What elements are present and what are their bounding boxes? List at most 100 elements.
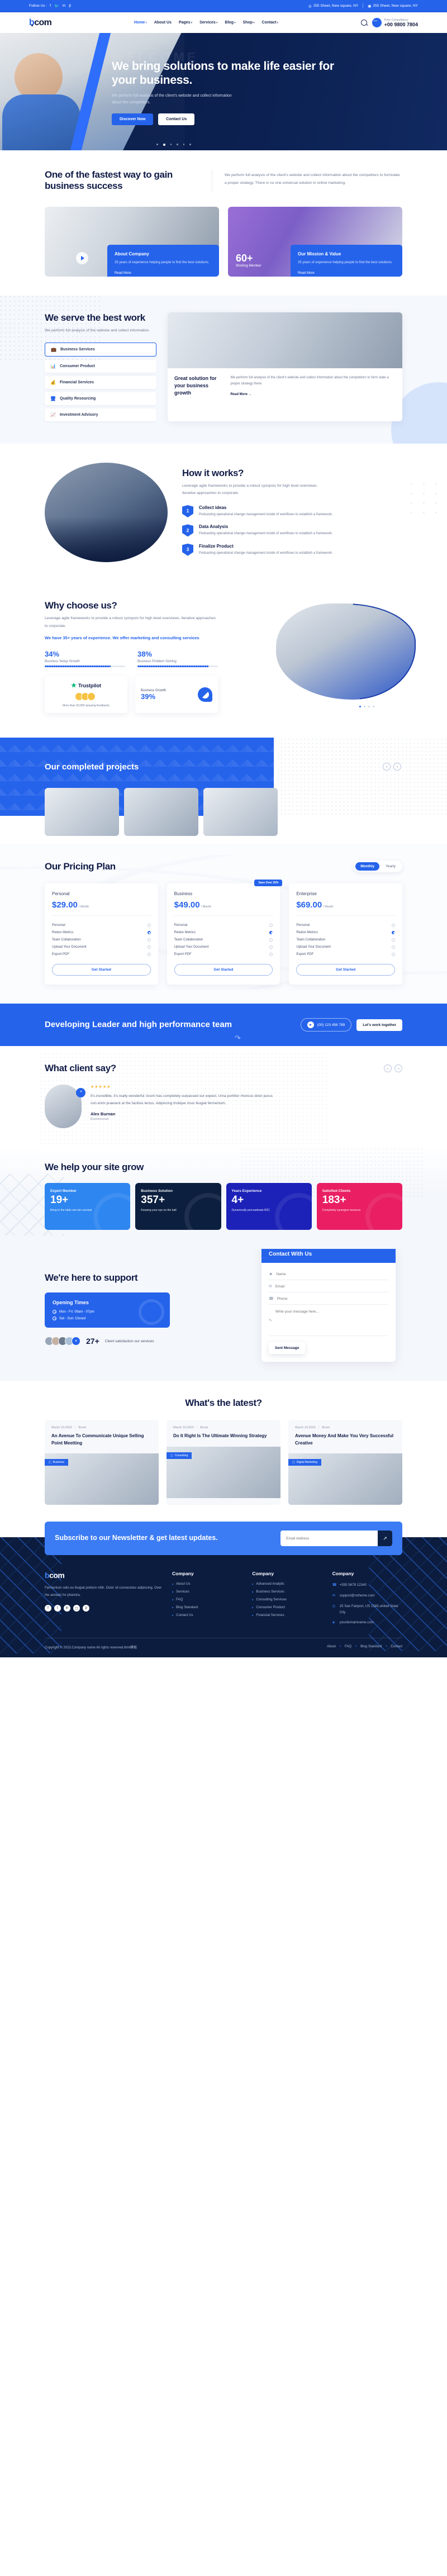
bottom-link-blog-standard[interactable]: Blog Standard — [360, 1645, 382, 1648]
nav-item-shop[interactable]: Shop▾ — [243, 21, 255, 25]
pinterest-icon[interactable]: p — [83, 1605, 89, 1612]
footer-link-consulting-services[interactable]: Consulting Services — [252, 1598, 322, 1601]
blog-tag[interactable]: ▢ Digital Marketing — [288, 1459, 321, 1466]
get-started-button[interactable]: Get Started — [174, 964, 273, 976]
newsletter-submit-button[interactable]: ↗ — [378, 1531, 392, 1547]
site-logo[interactable]: b com — [29, 18, 52, 28]
footer-email[interactable]: ✉ support@rstheme.com — [332, 1593, 402, 1599]
instagram-icon[interactable]: ◻ — [73, 1605, 80, 1612]
blog-card[interactable]: March 10,2023 ⋮ Bcom Do It Right Is The … — [167, 1420, 280, 1505]
carousel-prev-button[interactable]: ‹ — [383, 763, 391, 771]
search-icon[interactable] — [360, 20, 367, 26]
blog-card[interactable]: March 10,2023 ⋮ Bcom An Avenue To Commun… — [45, 1420, 159, 1505]
topbar-contact: ◎ 255 Sheet, New square, NY ▣ 255 Sheet, N… — [308, 3, 418, 8]
read-more-link[interactable]: Read More — [298, 272, 315, 275]
cta-phone-button[interactable]: (00) 123 456 789 — [300, 1018, 352, 1032]
footer-phone[interactable]: ☎ +555 5678 12340 — [332, 1582, 402, 1589]
how-title: How it works? — [182, 468, 244, 479]
newsletter-email-input[interactable] — [280, 1536, 378, 1541]
footer-link-blog-standard[interactable]: Blog Standard — [172, 1605, 242, 1609]
carousel-dot[interactable] — [177, 144, 178, 145]
discover-now-button[interactable]: Discover Now — [112, 113, 154, 126]
twitter-icon[interactable]: 🐦 — [54, 4, 59, 8]
more-avatars-icon[interactable]: + — [72, 1337, 80, 1346]
footer-bottom-links: About • FAQ • Blog Standard • Contact — [327, 1645, 402, 1649]
carousel-next-button[interactable]: › — [393, 763, 401, 771]
project-cards — [45, 788, 278, 837]
nav-item-services[interactable]: Services▾ — [199, 21, 217, 25]
contact-us-button[interactable]: Contact Us — [158, 113, 195, 126]
twitter-icon[interactable]: t — [54, 1605, 61, 1612]
carousel-dot[interactable] — [156, 144, 158, 145]
linkedin-icon[interactable]: in — [63, 4, 65, 8]
nav-item-pages[interactable]: Pages▾ — [179, 21, 192, 25]
nav-item-contact[interactable]: Contact▾ — [262, 21, 279, 25]
footer-link-financial-services[interactable]: Financial Services — [252, 1613, 322, 1617]
footer-link-contact-us[interactable]: Contact Us — [172, 1613, 242, 1617]
hero-carousel-dots[interactable] — [156, 144, 191, 146]
tab-financial-services[interactable]: 💰 Financial Services — [45, 376, 156, 389]
about-company-card[interactable]: About Company 25 years of experience hel… — [45, 206, 219, 277]
project-card[interactable] — [203, 788, 278, 837]
step-finalize-product: 3 Finalize Product Podcasting operational… — [182, 543, 402, 557]
lets-work-together-button[interactable]: Let's work together — [356, 1019, 402, 1031]
tab-label: Business Services — [60, 347, 95, 351]
linkedin-icon[interactable]: in — [64, 1605, 70, 1612]
get-started-button[interactable]: Get Started — [296, 964, 396, 976]
social-links[interactable]: f 🐦 in ṕ — [50, 4, 71, 8]
footer-link-services[interactable]: Services — [172, 1590, 242, 1594]
carousel-dot[interactable] — [170, 144, 172, 145]
bottom-link-contact[interactable]: Contact — [391, 1645, 402, 1648]
tab-quality-resourcing[interactable]: 🖥 Quality Resourcing — [45, 392, 156, 405]
nav-item-blog[interactable]: Blog▾ — [225, 21, 235, 25]
footer-link-consumer-product[interactable]: Consumer Product — [252, 1605, 322, 1609]
bottom-link-about[interactable]: About — [327, 1645, 336, 1648]
plan-period: / Month — [323, 905, 334, 909]
how-team-photo — [45, 462, 168, 562]
footer-link-about-us[interactable]: About Us — [172, 1582, 242, 1586]
tab-business-services[interactable]: 💼 Business Services — [45, 342, 156, 357]
address-item-2: ▣ 255 Sheet, New square, NY — [368, 4, 418, 8]
bottom-link-faq[interactable]: FAQ — [345, 1645, 351, 1648]
blog-card[interactable]: March 10,2023 ⋮ Bcom Avenue Money And Ma… — [288, 1420, 402, 1505]
carousel-dot[interactable] — [189, 144, 191, 145]
tab-consumer-product[interactable]: 📊 Consumer Product — [45, 359, 156, 373]
blog-tag[interactable]: ▢ Consulting — [167, 1452, 192, 1459]
blog-tag[interactable]: ▢ Business — [45, 1459, 69, 1466]
facebook-icon[interactable]: f — [50, 4, 51, 8]
pinterest-icon[interactable]: ṕ — [69, 4, 71, 8]
project-card[interactable] — [124, 788, 198, 837]
toggle-yearly[interactable]: Yearly — [381, 862, 401, 871]
stat-cards: Expert Member 19+ Bring to the table win… — [45, 1183, 402, 1230]
testimonial-next-button[interactable]: → — [394, 1064, 402, 1073]
stat-number: 357+ — [141, 1194, 165, 1206]
testimonial-prev-button[interactable]: ← — [384, 1064, 392, 1073]
consultancy-call-block[interactable]: Free Consultancy +00 9800 7804 — [372, 18, 418, 27]
why-carousel-dots[interactable] — [359, 705, 374, 707]
nav-item-home[interactable]: Home▾ — [134, 21, 147, 25]
call-number[interactable]: +00 9800 7804 — [384, 22, 418, 27]
footer-link-business-services[interactable]: Business Services — [252, 1590, 322, 1594]
play-button-icon[interactable] — [76, 251, 88, 264]
project-card[interactable] — [45, 788, 119, 837]
read-more-link[interactable]: Read More — [115, 272, 131, 275]
mission-value-card[interactable]: 60+ Working Member Our Mission & Value 2… — [228, 206, 402, 277]
get-started-button[interactable]: Get Started — [52, 964, 151, 976]
email-input[interactable] — [275, 1284, 388, 1289]
footer-website[interactable]: ◈ yourdomainname.com — [332, 1619, 402, 1626]
serve-card-text: We perform full analysis of the client's… — [230, 376, 389, 386]
serve-read-more-link[interactable]: Read More → — [230, 393, 251, 396]
name-input[interactable] — [276, 1272, 388, 1276]
tab-investment-advisory[interactable]: 📈 Investment Advisory — [45, 408, 156, 421]
footer-logo[interactable]: bbcomcom — [45, 1571, 162, 1580]
phone-input[interactable] — [277, 1296, 388, 1301]
footer-link-faq[interactable]: FAQ — [172, 1598, 242, 1601]
message-textarea[interactable] — [275, 1309, 388, 1332]
carousel-dot[interactable] — [183, 144, 184, 145]
carousel-dot-active[interactable] — [163, 144, 165, 146]
toggle-monthly[interactable]: Monthly — [355, 862, 380, 871]
nav-item-about-us[interactable]: About Us — [154, 21, 172, 25]
facebook-icon[interactable]: f — [45, 1605, 51, 1612]
send-message-button[interactable]: Sent Message — [269, 1342, 306, 1354]
footer-link-advanced-analytic[interactable]: Advanced Analytic — [252, 1582, 322, 1586]
